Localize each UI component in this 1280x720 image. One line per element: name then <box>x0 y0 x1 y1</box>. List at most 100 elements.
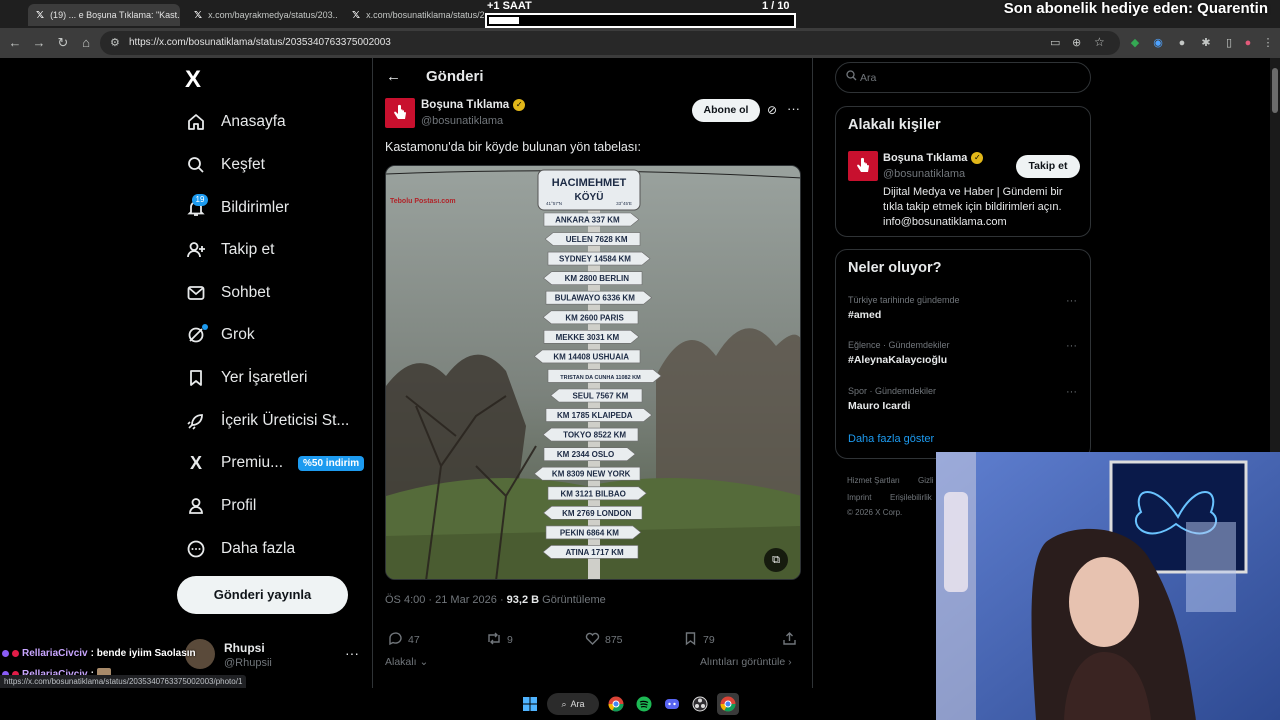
browser-tab-2[interactable]: 𝕏 x.com/bayrakmedya/status/203... <box>186 4 338 26</box>
back-arrow-icon[interactable]: ← <box>386 68 401 85</box>
site-info-icon[interactable]: ⚙ <box>110 36 120 49</box>
tweet-photo[interactable]: HACIMEHMET KÖYÜ 41°57'N 33°45'E ANKARA 337 K… <box>385 165 801 580</box>
nav-grok[interactable]: Grok <box>186 320 255 350</box>
spotify-icon[interactable] <box>633 693 655 715</box>
taskbar-search[interactable]: ⌕ Ara <box>547 693 599 715</box>
sign-board: HACIMEHMETKÖYÜ 41°57'N 33°45'E <box>537 169 641 211</box>
related-name[interactable]: Boşuna Tıklama ✓ <box>883 152 984 164</box>
nav-label: Profil <box>221 497 257 514</box>
nav-more[interactable]: Daha fazla <box>186 534 295 564</box>
reload-icon[interactable]: ↻ <box>54 34 72 52</box>
reply-button[interactable]: 47 <box>388 631 420 649</box>
back-icon[interactable]: ← <box>6 34 24 52</box>
sign-text: SYDNEY 14584 KM <box>559 255 631 264</box>
more-icon[interactable]: ··· <box>1066 340 1077 352</box>
scrollbar-thumb[interactable] <box>1272 68 1278 113</box>
taskbar: ⌕ Ara <box>519 692 739 716</box>
views-count: 93,2 B <box>506 594 540 606</box>
chrome-icon[interactable] <box>605 693 627 715</box>
nav-home[interactable]: Anasayfa <box>186 107 286 137</box>
nav-creator-studio[interactable]: İçerik Üreticisi St... <box>186 406 349 436</box>
view-quotes-link[interactable]: Alıntıları görüntüle › <box>700 656 792 668</box>
subscribe-button[interactable]: Abone ol <box>692 99 760 122</box>
x-favicon-icon: 𝕏 <box>36 9 45 21</box>
extension-icon[interactable]: ● <box>1174 35 1190 51</box>
views-label: Görüntüleme <box>542 594 606 606</box>
more-icon[interactable]: ··· <box>787 101 800 116</box>
verified-badge-icon: ✓ <box>513 99 526 111</box>
notification-count-badge: 19 <box>192 194 208 206</box>
nav-label: Daha fazla <box>221 540 296 557</box>
x-premium-icon: X <box>189 452 202 473</box>
signpost-arrow: ATINA 1717 KM <box>542 545 639 559</box>
sign-coordinate: 33°45'E <box>616 201 632 206</box>
footer-imprint-link[interactable]: Imprint <box>847 493 871 502</box>
home-icon[interactable]: ⌂ <box>77 34 95 52</box>
shield-extension-icon[interactable]: ◆ <box>1127 35 1143 51</box>
chat-badge-icon <box>12 650 19 657</box>
trend-name[interactable]: Mauro Icardi <box>848 400 910 412</box>
sign-text: BULAWAYO 6336 KM <box>555 294 636 303</box>
sign-text: KM 3121 BILBAO <box>561 489 626 498</box>
bookmark-button[interactable]: 79 <box>683 631 715 649</box>
author-handle[interactable]: @bosunatiklama <box>421 115 503 127</box>
image-edit-icon[interactable]: ⧉ <box>764 548 788 572</box>
footer-accessibility-link[interactable]: Erişilebilirlik <box>890 493 932 502</box>
subscription-banner: Son abonelik hediye eden: Quarentin <box>1003 0 1268 17</box>
panel-title: Neler oluyor? <box>848 260 942 276</box>
repost-button[interactable]: 9 <box>486 631 513 649</box>
trend-name[interactable]: #amed <box>848 309 881 321</box>
browser-tab-3[interactable]: 𝕏 x.com/bosunatiklama/status/20... <box>344 4 484 26</box>
more-icon[interactable]: ··· <box>345 645 359 661</box>
post-button[interactable]: Gönderi yayınla <box>177 576 348 614</box>
photo-watermark: Tebolu Postası.com <box>390 198 456 205</box>
share-button[interactable] <box>782 631 797 649</box>
browser-menu-icon[interactable]: ⋮ <box>1260 35 1276 51</box>
nav-premium[interactable]: X Premiu... %50 indirim <box>186 448 365 478</box>
sidebar-icon[interactable]: ▯ <box>1221 35 1237 51</box>
follow-button[interactable]: Takip et <box>1016 155 1080 178</box>
grok-explain-icon[interactable]: ⊘ <box>767 103 777 117</box>
install-icon[interactable]: ▭ <box>1050 36 1060 49</box>
nav-label: Anasayfa <box>221 113 286 130</box>
extensions-puzzle-icon[interactable]: ✱ <box>1198 35 1214 51</box>
signpost-arrow: KM 2800 BERLIN <box>543 271 643 285</box>
nav-bookmarks[interactable]: Yer İşaretleri <box>186 363 307 393</box>
nav-follow[interactable]: Takip et <box>186 235 274 265</box>
sign-text: HACIMEHMET <box>552 177 627 189</box>
forward-icon[interactable]: → <box>30 34 48 52</box>
trend-name[interactable]: #AleynaKalaycıoğlu <box>848 354 947 366</box>
author-avatar[interactable] <box>385 98 415 128</box>
zoom-icon[interactable]: ⊕ <box>1072 36 1081 49</box>
footer-privacy-link[interactable]: Gizli <box>918 476 934 485</box>
author-name[interactable]: Boşuna Tıklama ✓ <box>421 99 526 111</box>
search-input[interactable]: Ara <box>835 62 1091 93</box>
address-bar[interactable]: ⚙ https://x.com/bosunatiklama/status/203… <box>100 31 1120 55</box>
related-handle[interactable]: @bosunatiklama <box>883 168 965 180</box>
reply-sort-dropdown[interactable]: Alakalı ⌄ <box>385 656 428 668</box>
chrome-active-icon[interactable] <box>717 693 739 715</box>
windows-start-icon[interactable] <box>519 693 541 715</box>
more-icon[interactable]: ··· <box>1066 386 1077 398</box>
account-switcher[interactable]: Rhupsi @Rhupsii ··· <box>185 637 365 673</box>
reply-icon <box>388 631 403 649</box>
avatar[interactable] <box>848 151 878 181</box>
nav-explore[interactable]: Keşfet <box>186 150 265 180</box>
nav-chat[interactable]: Sohbet <box>186 278 270 308</box>
signpost-arrow: KM 3121 BILBAO <box>547 486 647 501</box>
discord-icon[interactable] <box>661 693 683 715</box>
audio-extension-icon[interactable]: ◉ <box>1150 35 1166 51</box>
obs-icon[interactable] <box>689 693 711 715</box>
x-logo-icon[interactable]: X <box>185 66 201 94</box>
sign-text: UELEN 7628 KM <box>566 235 628 244</box>
more-icon[interactable]: ··· <box>1066 295 1077 307</box>
nav-profile[interactable]: Profil <box>186 491 256 521</box>
like-button[interactable]: 875 <box>585 631 623 649</box>
profile-avatar-icon[interactable]: ● <box>1240 35 1256 51</box>
bookmark-star-icon[interactable]: ☆ <box>1094 35 1105 49</box>
browser-tab-1[interactable]: 𝕏 (19) ... e Boşuna Tıklama: "Kast... ✕ <box>28 4 180 26</box>
footer-terms-link[interactable]: Hizmet Şartları <box>847 476 900 485</box>
show-more-link[interactable]: Daha fazla göster <box>848 433 934 445</box>
nav-label: İçerik Üreticisi St... <box>221 412 350 429</box>
signpost-arrow: PEKIN 6864 KM <box>545 525 642 540</box>
